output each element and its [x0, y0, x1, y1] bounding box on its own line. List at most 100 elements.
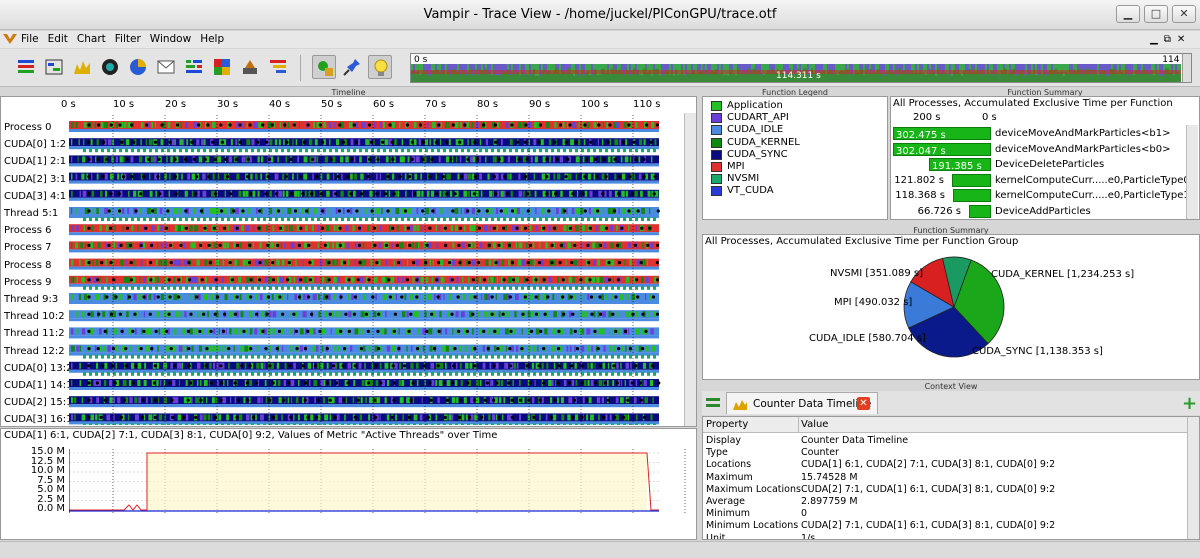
menu-filter[interactable]: Filter: [115, 31, 141, 48]
timeline-row-label[interactable]: Process 6: [4, 222, 51, 239]
legend-item[interactable]: VT_CUDA: [711, 185, 774, 197]
message-marker: [258, 209, 262, 213]
timeline-row-label[interactable]: CUDA[1] 14:1: [4, 377, 72, 394]
filter-button[interactable]: [312, 55, 336, 79]
timeline-event: [456, 276, 459, 283]
header-value[interactable]: Value: [801, 419, 828, 430]
timeline-event: [608, 190, 612, 197]
pin-icon[interactable]: [340, 55, 364, 79]
mdi-window-controls[interactable]: ▁⧉✕: [1150, 34, 1191, 45]
timeline-row-label[interactable]: CUDA[2] 3:1: [4, 171, 66, 188]
maximize-button[interactable]: □: [1144, 5, 1168, 23]
timeline-row-label[interactable]: Thread 10:2: [4, 308, 65, 325]
message-marker: [390, 415, 394, 419]
nvsmi-marker: [629, 354, 632, 359]
menu-help[interactable]: Help: [200, 31, 224, 48]
minimize-button[interactable]: ▁: [1116, 5, 1140, 23]
timeline-event: [158, 397, 160, 404]
function-summary-button[interactable]: [126, 55, 150, 79]
function-summary-row[interactable]: 302.475 s deviceMoveAndMarkParticles<b1>: [891, 126, 1186, 141]
timeline-row-label[interactable]: CUDA[0] 1:2: [4, 136, 66, 153]
menu-edit[interactable]: Edit: [48, 31, 68, 48]
nvsmi-marker: [467, 285, 470, 290]
message-marker: [357, 243, 362, 247]
timeline-chart[interactable]: [69, 115, 689, 425]
function-summary-row[interactable]: 302.047 s deviceMoveAndMarkParticles<b0>: [891, 142, 1186, 157]
timeline-row-label[interactable]: Thread 11:2: [4, 325, 65, 342]
menu-window[interactable]: Window: [150, 31, 191, 48]
function-summary-row[interactable]: 118.368 s kernelComputeCurr.....e0,Partic…: [891, 188, 1198, 203]
message-summary-button[interactable]: [154, 55, 178, 79]
timeline-event: [104, 259, 107, 266]
zoom-overview-strip[interactable]: 0 s 114 s 114.311 s: [410, 53, 1192, 83]
legend-item[interactable]: CUDA_IDLE: [711, 124, 783, 136]
legend-item[interactable]: NVSMI: [711, 173, 759, 185]
master-timeline-button[interactable]: [14, 55, 38, 79]
message-marker: [246, 157, 250, 161]
legend-item[interactable]: Application: [711, 100, 783, 112]
tab-counter-data-timeline[interactable]: Counter Data Timeline ✕: [726, 392, 878, 414]
legend-item[interactable]: CUDA_SYNC: [711, 149, 788, 161]
nvsmi-marker: [467, 148, 470, 153]
timeline-row-label[interactable]: Thread 12:2: [4, 343, 65, 360]
close-button[interactable]: ✕: [1172, 5, 1196, 23]
timeline-row-label[interactable]: CUDA[2] 15:1: [4, 394, 72, 411]
nvsmi-marker: [473, 354, 476, 359]
function-summary-row[interactable]: 121.802 s kernelComputeCurr.....e0,Partic…: [891, 173, 1198, 188]
timeline-event: [294, 294, 298, 300]
legend-item[interactable]: MPI: [711, 161, 745, 173]
overview-scroll-handle[interactable]: [1182, 54, 1191, 82]
timeline-event: [618, 208, 620, 214]
performance-radar-button[interactable]: [98, 55, 122, 79]
function-bar: [969, 204, 991, 218]
nvsmi-marker: [611, 285, 614, 290]
counter-timeline-button[interactable]: [70, 55, 94, 79]
close-tab-icon[interactable]: ✕: [857, 397, 870, 410]
timeline-row-label[interactable]: Process 8: [4, 257, 51, 274]
timeline-row-label[interactable]: Process 0: [4, 119, 51, 136]
menu-chart[interactable]: Chart: [77, 31, 106, 48]
header-property[interactable]: Property: [706, 419, 748, 430]
lightbulb-icon[interactable]: [368, 55, 392, 79]
timeline-event: [163, 397, 167, 404]
nvsmi-marker: [653, 217, 656, 221]
message-marker: [133, 312, 137, 316]
function-summary-row[interactable]: 191.385 s DeviceDeleteParticles: [891, 157, 1186, 172]
add-tab-icon[interactable]: +: [1182, 393, 1197, 414]
nvsmi-marker: [377, 285, 380, 290]
context-list-icon[interactable]: [706, 398, 720, 408]
message-marker: [353, 364, 357, 368]
io-summary-button[interactable]: [238, 55, 262, 79]
timeline-event: [595, 225, 599, 232]
communication-matrix-button[interactable]: [210, 55, 234, 79]
context-scrollbar[interactable]: [1187, 417, 1199, 539]
function-summary-row[interactable]: 66.726 s DeviceAddParticles: [891, 204, 1186, 219]
menu-file[interactable]: File: [21, 31, 39, 48]
timeline-event: [407, 156, 410, 163]
legend-label: MPI: [727, 161, 745, 172]
timeline-row-label[interactable]: Thread 9:3: [4, 291, 58, 308]
overview-bar: [771, 64, 773, 69]
legend-item[interactable]: CUDA_KERNEL: [711, 137, 800, 149]
nvsmi-marker: [329, 354, 332, 359]
timeline-event: [562, 122, 565, 128]
timeline-scrollbar[interactable]: [684, 113, 696, 426]
timeline-row-label[interactable]: CUDA[0] 13:2: [4, 360, 72, 377]
timeline-event: [546, 122, 550, 128]
call-tree-button[interactable]: [266, 55, 290, 79]
process-timeline-button[interactable]: [42, 55, 66, 79]
legend-item[interactable]: CUDART_API: [711, 112, 789, 124]
group-summary-panel: All Processes, Accumulated Exclusive Tim…: [702, 234, 1200, 380]
timeline-event: [398, 122, 401, 128]
timeline-row-label[interactable]: CUDA[1] 2:1: [4, 153, 66, 170]
timeline-row-label[interactable]: Process 7: [4, 239, 51, 256]
timeline-row-label[interactable]: Thread 5:1: [4, 205, 58, 222]
message-marker: [487, 243, 491, 247]
timeline-row-label[interactable]: Process 9: [4, 274, 51, 291]
function-summary-scrollbar[interactable]: [1186, 125, 1198, 219]
nvsmi-marker: [179, 423, 182, 425]
counter-chart[interactable]: [69, 449, 689, 513]
timeline-row-label[interactable]: CUDA[3] 16:1: [4, 411, 72, 428]
process-summary-button[interactable]: [182, 55, 206, 79]
timeline-row-label[interactable]: CUDA[3] 4:1: [4, 188, 66, 205]
